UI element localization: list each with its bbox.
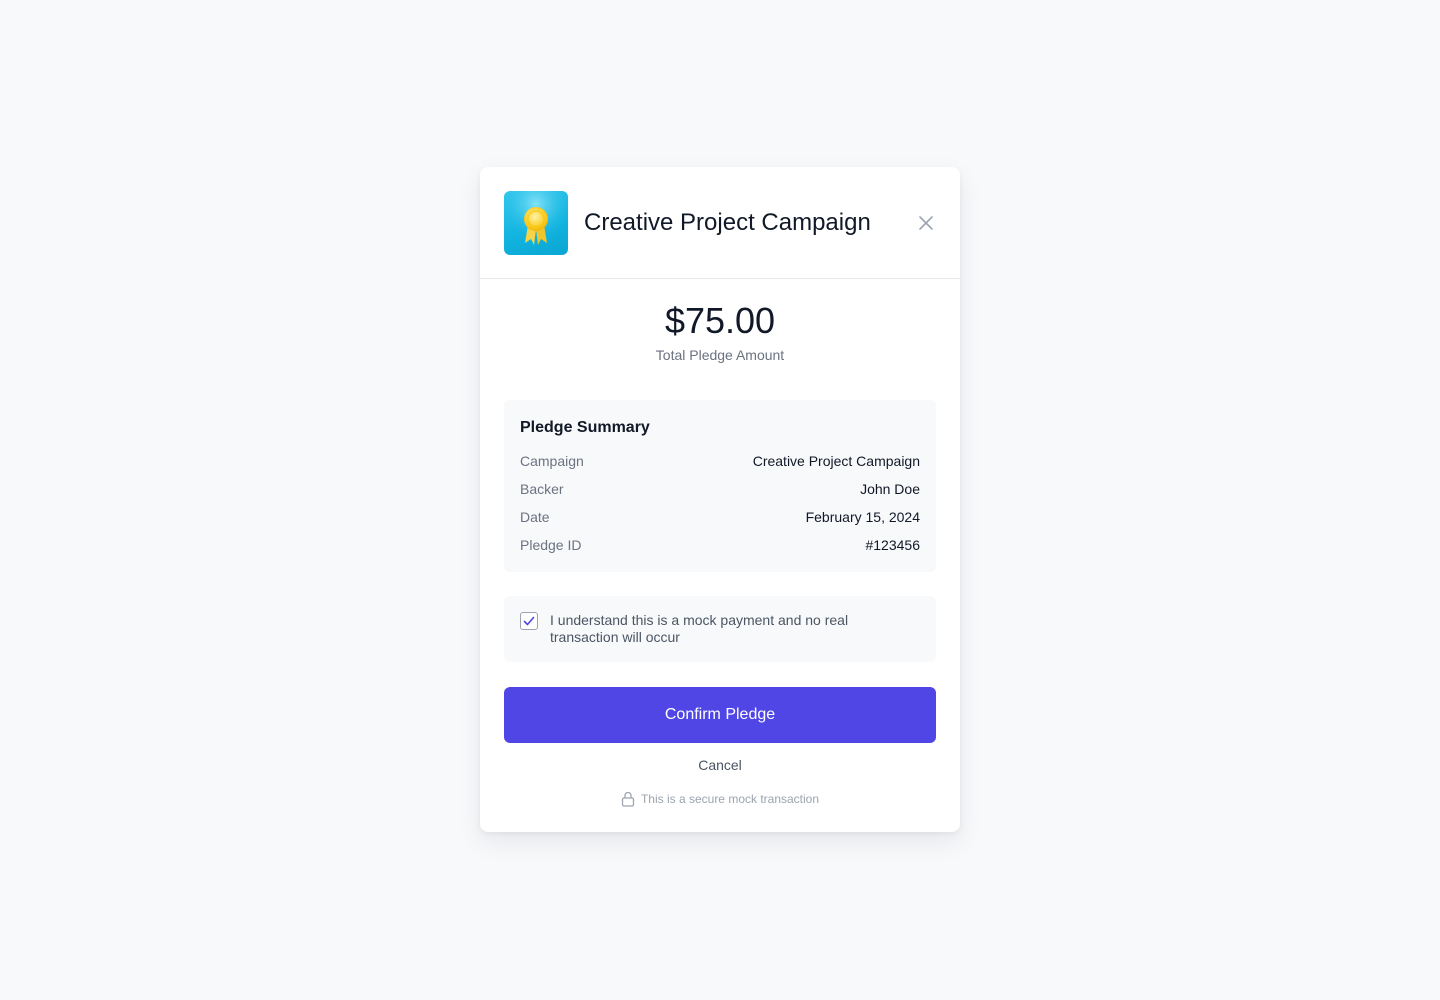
summary-row-backer: Backer John Doe	[520, 475, 920, 503]
summary-value: Creative Project Campaign	[752, 453, 920, 469]
secure-note: This is a secure mock transaction	[480, 791, 960, 807]
summary-value: February 15, 2024	[805, 509, 920, 525]
pledge-summary: Pledge Summary Campaign Creative Project…	[504, 400, 936, 572]
summary-label: Backer	[520, 481, 564, 497]
summary-label: Campaign	[520, 453, 584, 469]
close-icon	[919, 216, 933, 230]
secure-note-text: This is a secure mock transaction	[640, 792, 820, 806]
summary-row-date: Date February 15, 2024	[520, 503, 920, 531]
summary-label: Pledge ID	[520, 537, 582, 553]
pledge-amount: $75.00	[664, 300, 776, 341]
lock-icon	[621, 791, 635, 807]
consent-checkbox[interactable]	[520, 612, 538, 630]
confirm-pledge-button[interactable]: Confirm Pledge	[504, 687, 936, 743]
summary-value: John Doe	[860, 481, 920, 497]
summary-row-campaign: Campaign Creative Project Campaign	[520, 447, 920, 475]
pledge-amount-block: $75.00 Total Pledge Amount	[480, 299, 960, 365]
summary-value: #123456	[865, 537, 920, 553]
modal-title: Creative Project Campaign	[584, 209, 871, 236]
checkmark-icon	[523, 616, 535, 626]
mock-payment-consent: I understand this is a mock payment and …	[504, 596, 936, 662]
cancel-button[interactable]: Cancel	[480, 755, 960, 775]
modal-header: Creative Project Campaign	[480, 167, 960, 279]
close-button[interactable]	[914, 211, 938, 235]
summary-title: Pledge Summary	[520, 419, 650, 436]
award-ribbon-icon	[504, 191, 568, 255]
consent-label: I understand this is a mock payment and …	[550, 612, 849, 645]
pledge-amount-label: Total Pledge Amount	[655, 347, 785, 363]
summary-row-pledge-id: Pledge ID #123456	[520, 531, 920, 559]
pledge-modal: Creative Project Campaign $75.00 Total P…	[480, 167, 960, 832]
summary-label: Date	[520, 509, 550, 525]
